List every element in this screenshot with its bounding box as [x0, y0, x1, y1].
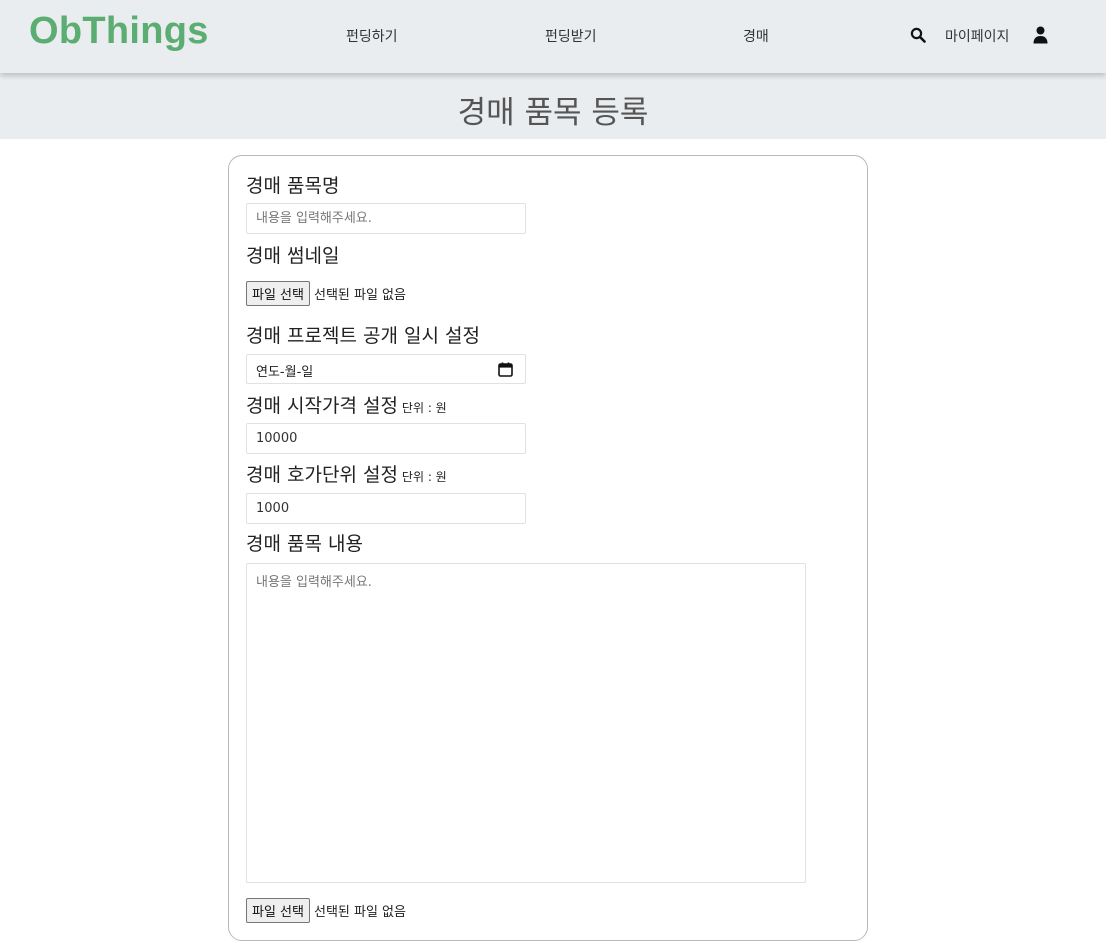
thumbnail-label: 경매 썸네일	[246, 245, 340, 267]
bid-unit-input[interactable]	[246, 493, 526, 524]
auction-register-form: 경매 품목명 경매 썸네일 파일 선택 선택된 파일 없음 경매 프로젝트 공개…	[228, 155, 868, 941]
thumbnail-file-button[interactable]: 파일 선택	[246, 281, 310, 306]
open-date-value: 연도-월-일	[256, 365, 314, 380]
content-file-picker: 파일 선택 선택된 파일 없음	[246, 898, 406, 923]
nav-funding[interactable]: 펀딩하기	[346, 26, 398, 46]
start-price-label-text: 경매 시작가격 설정	[246, 395, 398, 417]
content-textarea[interactable]	[246, 563, 806, 883]
nav-funded[interactable]: 펀딩받기	[545, 26, 597, 46]
site-logo[interactable]: ObThings	[29, 10, 209, 53]
content-file-button[interactable]: 파일 선택	[246, 898, 310, 923]
bid-unit-label-text: 경매 호가단위 설정	[246, 464, 398, 486]
nav-mypage[interactable]: 마이페이지	[945, 26, 1009, 46]
title-band: 경매 품목 등록	[0, 73, 1106, 139]
start-price-unit: 단위 : 원	[401, 401, 447, 415]
item-name-label: 경매 품목명	[246, 175, 340, 197]
item-name-input[interactable]	[246, 203, 526, 234]
bid-unit-label: 경매 호가단위 설정 단위 : 원	[246, 460, 447, 487]
page-title: 경매 품목 등록	[457, 95, 649, 131]
content-label: 경매 품목 내용	[246, 533, 363, 555]
open-date-input[interactable]: 연도-월-일	[246, 354, 526, 384]
calendar-icon[interactable]	[498, 362, 513, 377]
start-price-label: 경매 시작가격 설정 단위 : 원	[246, 391, 447, 418]
user-icon[interactable]	[1033, 26, 1048, 44]
open-date-label: 경매 프로젝트 공개 일시 설정	[246, 325, 480, 347]
bid-unit-unit: 단위 : 원	[401, 470, 447, 484]
thumbnail-file-picker: 파일 선택 선택된 파일 없음	[246, 281, 406, 306]
nav-auction[interactable]: 경매	[743, 26, 769, 46]
top-navbar: ObThings 펀딩하기 펀딩받기 경매 마이페이지	[0, 0, 1106, 73]
thumbnail-file-status: 선택된 파일 없음	[313, 288, 406, 303]
search-icon[interactable]	[910, 27, 926, 43]
start-price-input[interactable]	[246, 423, 526, 454]
content-file-status: 선택된 파일 없음	[313, 905, 406, 920]
